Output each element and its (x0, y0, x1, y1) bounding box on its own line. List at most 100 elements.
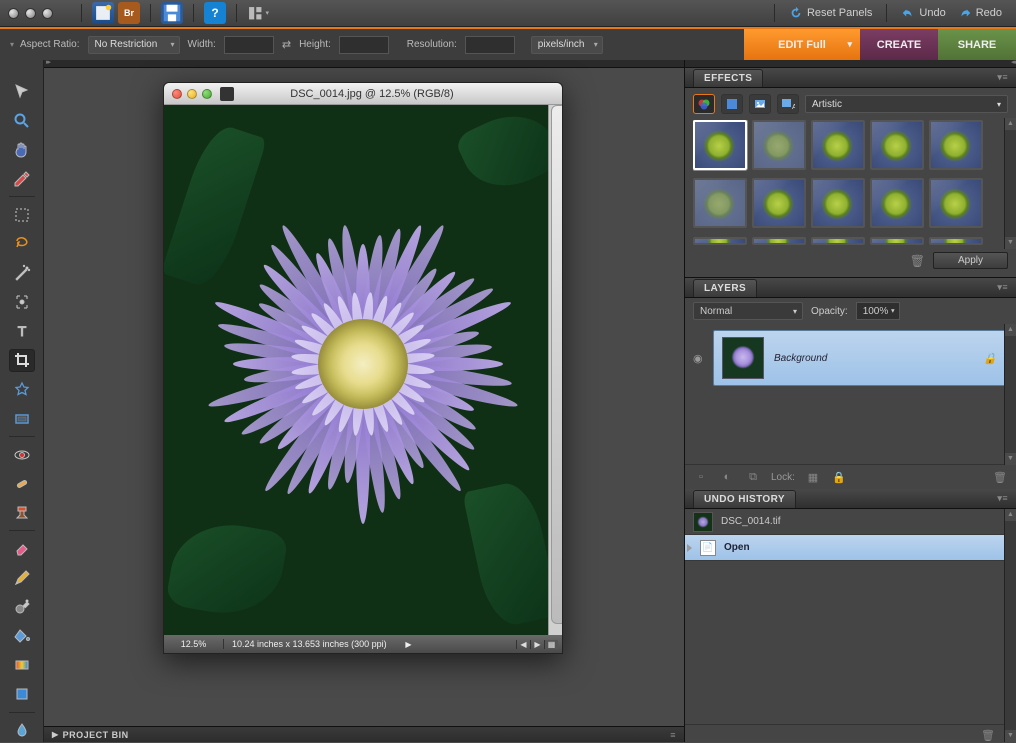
effect-thumb[interactable] (870, 237, 924, 245)
window-zoom-icon[interactable] (42, 8, 53, 19)
marquee-tool[interactable] (9, 203, 35, 226)
layer-thumbnail[interactable] (722, 337, 764, 379)
project-bin-header[interactable]: ▶ PROJECT BIN ≡ (44, 726, 684, 742)
lock-pixels-icon[interactable]: ▦ (805, 469, 821, 485)
effect-thumb[interactable] (811, 237, 865, 245)
bridge-icon[interactable]: Br (118, 2, 140, 24)
apply-effect-button[interactable]: Apply (933, 252, 1008, 269)
window-minimize-icon[interactable] (25, 8, 36, 19)
move-tool[interactable] (9, 80, 35, 103)
reset-panels-button[interactable]: Reset Panels (783, 3, 878, 23)
aspect-ratio-select[interactable]: No Restriction (88, 36, 180, 54)
width-input[interactable] (224, 36, 274, 54)
gradient-tool[interactable] (9, 654, 35, 677)
filters-category-icon[interactable] (693, 94, 715, 114)
panel-expand-handle[interactable] (685, 60, 1016, 68)
resolution-input[interactable] (465, 36, 515, 54)
doc-close-icon[interactable] (172, 89, 182, 99)
height-input[interactable] (339, 36, 389, 54)
undo-panel-header[interactable]: UNDO HISTORY▾≡ (685, 489, 1016, 509)
zoom-tool[interactable] (9, 109, 35, 132)
save-icon[interactable] (161, 2, 183, 24)
layers-list: ◉ Background 🔒 (685, 324, 1016, 464)
lock-all-icon[interactable]: 🔒 (831, 469, 847, 485)
photo-effects-icon[interactable] (749, 94, 771, 114)
new-file-icon[interactable] (92, 2, 114, 24)
opacity-input[interactable]: 100% (856, 302, 900, 320)
blend-mode-select[interactable]: Normal (693, 302, 803, 320)
effect-thumb[interactable] (752, 237, 806, 245)
effect-thumb[interactable] (929, 237, 983, 245)
undo-scrollbar[interactable]: ▲▼ (1004, 509, 1016, 742)
type-tool[interactable]: T (9, 320, 35, 343)
effects-panel-header[interactable]: EFFECTS▾≡ (685, 68, 1016, 88)
effect-thumb[interactable] (811, 178, 865, 228)
redo-button[interactable]: Redo (952, 3, 1008, 23)
delete-layer-icon[interactable]: 🗑 (992, 469, 1008, 485)
arrange-icon[interactable]: ▾ (247, 2, 269, 24)
all-effects-icon[interactable]: A (777, 94, 799, 114)
layer-row[interactable]: Background 🔒 (713, 330, 1008, 386)
layer-styles-icon[interactable] (721, 94, 743, 114)
layer-name[interactable]: Background (774, 353, 827, 364)
effect-thumb[interactable] (929, 120, 983, 170)
recompose-tool[interactable] (9, 407, 35, 430)
delete-effect-icon[interactable]: 🗑 (910, 254, 925, 268)
resolution-units-select[interactable]: pixels/inch (531, 36, 603, 54)
undo-button[interactable]: Undo (895, 3, 951, 23)
effect-thumb[interactable] (693, 178, 747, 228)
smart-brush-tool[interactable] (9, 596, 35, 619)
history-state-row[interactable]: DSC_0014.tif (685, 509, 1016, 535)
effect-thumb[interactable] (929, 178, 983, 228)
document-vscrollbar[interactable] (548, 105, 562, 635)
history-current-marker-icon (687, 544, 692, 552)
crop-tool[interactable] (9, 349, 35, 372)
swap-icon[interactable]: ⇄ (282, 38, 291, 51)
document-info[interactable]: 10.24 inches x 13.653 inches (300 ppi) (224, 639, 405, 649)
healing-brush-tool[interactable] (9, 472, 35, 495)
quick-selection-tool[interactable] (9, 291, 35, 314)
effects-scrollbar[interactable]: ▲▼ (1004, 118, 1016, 249)
svg-text:T: T (17, 323, 26, 339)
tab-create[interactable]: CREATE (860, 29, 938, 60)
effect-thumb[interactable] (870, 178, 924, 228)
cookie-cutter-tool[interactable] (9, 378, 35, 401)
history-state-row[interactable]: 📄 Open (685, 535, 1016, 561)
aspect-ratio-label: Aspect Ratio: (20, 39, 79, 50)
layers-scrollbar[interactable]: ▲▼ (1004, 324, 1016, 465)
delete-history-icon[interactable]: 🗑 (980, 727, 996, 743)
tab-edit[interactable]: EDIT Full (744, 29, 860, 60)
effect-thumb[interactable] (811, 120, 865, 170)
effect-thumb[interactable] (752, 178, 806, 228)
effect-thumb[interactable] (693, 237, 747, 245)
shape-tool[interactable] (9, 683, 35, 706)
eraser-tool[interactable] (9, 537, 35, 560)
layers-panel-header[interactable]: LAYERS▾≡ (685, 278, 1016, 298)
hand-tool[interactable] (9, 138, 35, 161)
effect-thumb[interactable] (693, 120, 747, 170)
clone-stamp-tool[interactable] (9, 501, 35, 524)
redeye-tool[interactable] (9, 443, 35, 466)
zoom-level[interactable]: 12.5% (164, 639, 224, 649)
magic-wand-tool[interactable] (9, 262, 35, 285)
link-layers-icon[interactable]: ⧉ (745, 469, 761, 485)
lasso-tool[interactable] (9, 232, 35, 255)
window-close-icon[interactable] (8, 8, 19, 19)
new-layer-icon[interactable]: ▫ (693, 469, 709, 485)
document-canvas[interactable] (164, 105, 562, 635)
adjustment-layer-icon[interactable]: ◐ (719, 469, 735, 485)
workarea-expand-handle[interactable] (44, 60, 684, 68)
effects-category-select[interactable]: Artistic (805, 95, 1008, 113)
pencil-tool[interactable] (9, 566, 35, 589)
tab-share[interactable]: SHARE (938, 29, 1016, 60)
eyedropper-tool[interactable] (9, 167, 35, 190)
document-titlebar[interactable]: DSC_0014.jpg @ 12.5% (RGB/8) (164, 83, 562, 105)
blur-tool[interactable] (9, 719, 35, 742)
layer-visibility-icon[interactable]: ◉ (693, 352, 707, 365)
document-nav-arrows[interactable]: ◀▶▦ (516, 640, 562, 649)
effect-thumb[interactable] (752, 120, 806, 170)
paint-bucket-tool[interactable] (9, 625, 35, 648)
effect-thumb[interactable] (870, 120, 924, 170)
help-icon[interactable]: ? (204, 2, 226, 24)
mode-tabs: EDIT Full CREATE SHARE (744, 27, 1016, 60)
